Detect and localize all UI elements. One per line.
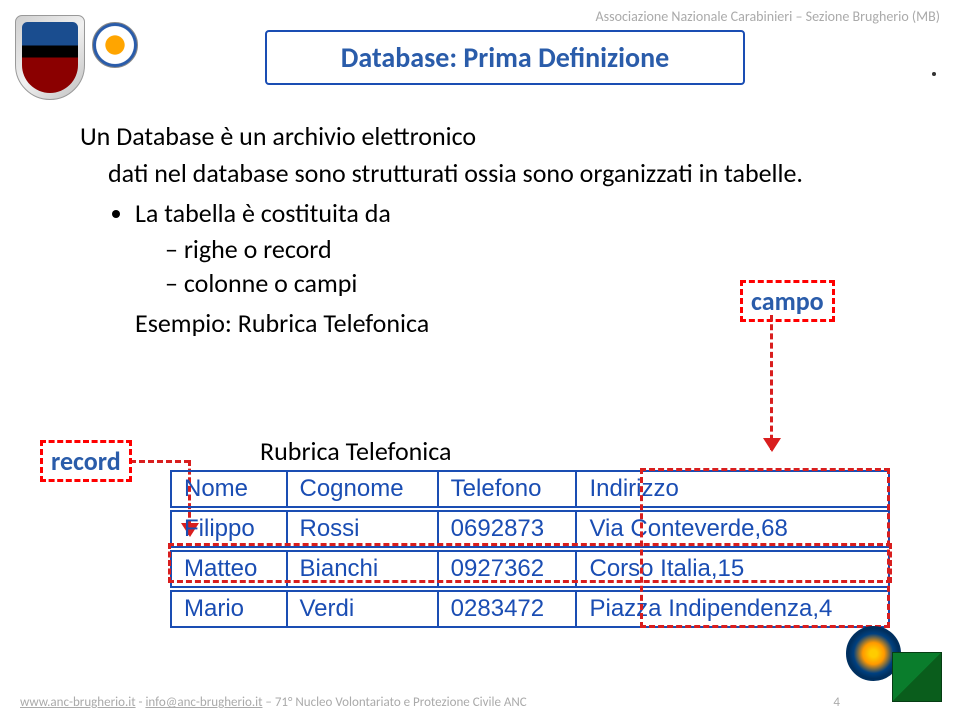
- volunteer-badge-icon: [92, 22, 138, 68]
- cell: 0927362: [438, 551, 577, 587]
- footer: www.anc-brugherio.it - info@anc-brugheri…: [20, 695, 840, 710]
- bullet-tabella: La tabella è costituita da: [135, 197, 880, 229]
- th-nome: Nome: [171, 471, 287, 507]
- th-cognome: Cognome: [287, 471, 438, 507]
- cell: Verdi: [287, 591, 438, 627]
- cell: Filippo: [171, 511, 287, 547]
- table-row: Filippo Rossi 0692873 Via Conteverde,68: [171, 511, 889, 547]
- th-indirizzo: Indirizzo: [576, 471, 889, 507]
- table-row: Mario Verdi 0283472 Piazza Indipendenza,…: [171, 591, 889, 627]
- shield-icon: [15, 15, 85, 100]
- slide-title: Database: Prima Definizione: [265, 30, 745, 85]
- arrow-campo: [770, 315, 773, 450]
- table-row: Matteo Bianchi 0927362 Corso Italia,15: [171, 551, 889, 587]
- logo-bottom-right-group: [842, 622, 952, 712]
- cell: 0283472: [438, 591, 577, 627]
- sub-righe: righe o record: [165, 233, 880, 265]
- th-telefono: Telefono: [438, 471, 577, 507]
- footer-sep: -: [136, 695, 146, 710]
- intro-line-1: Un Database è un archivio elettronico: [80, 120, 880, 152]
- rubrica-table: Nome Cognome Telefono Indirizzo Filippo …: [170, 470, 890, 628]
- cell: Via Conteverde,68: [576, 511, 889, 547]
- cell: Mario: [171, 591, 287, 627]
- cell: Rossi: [287, 511, 438, 547]
- arrow-record-horizontal: [130, 460, 190, 463]
- cell: 0692873: [438, 511, 577, 547]
- record-callout-label: record: [40, 440, 132, 482]
- footer-site-link[interactable]: www.anc-brugherio.it: [20, 695, 136, 710]
- intro-line-2: dati nel database sono strutturati ossia…: [108, 157, 880, 189]
- cell: Matteo: [171, 551, 287, 587]
- cell: Bianchi: [287, 551, 438, 587]
- rubrica-table-wrap: Nome Cognome Telefono Indirizzo Filippo …: [170, 470, 890, 628]
- association-header: Associazione Nazionale Carabinieri – Sez…: [596, 8, 940, 25]
- campo-callout-label: campo: [740, 280, 835, 322]
- footer-email-link[interactable]: info@anc-brugherio.it: [145, 695, 262, 710]
- cell: Corso Italia,15: [576, 551, 889, 587]
- page-number: 4: [833, 695, 840, 710]
- decorative-dot: [932, 72, 936, 76]
- footer-rest: – 71° Nucleo Volontariato e Protezione C…: [262, 695, 526, 710]
- table-header-row: Nome Cognome Telefono Indirizzo: [171, 471, 889, 507]
- regione-lombardia-icon: [892, 652, 942, 702]
- table-caption: Rubrica Telefonica: [260, 435, 452, 467]
- logo-left-group: [10, 10, 140, 110]
